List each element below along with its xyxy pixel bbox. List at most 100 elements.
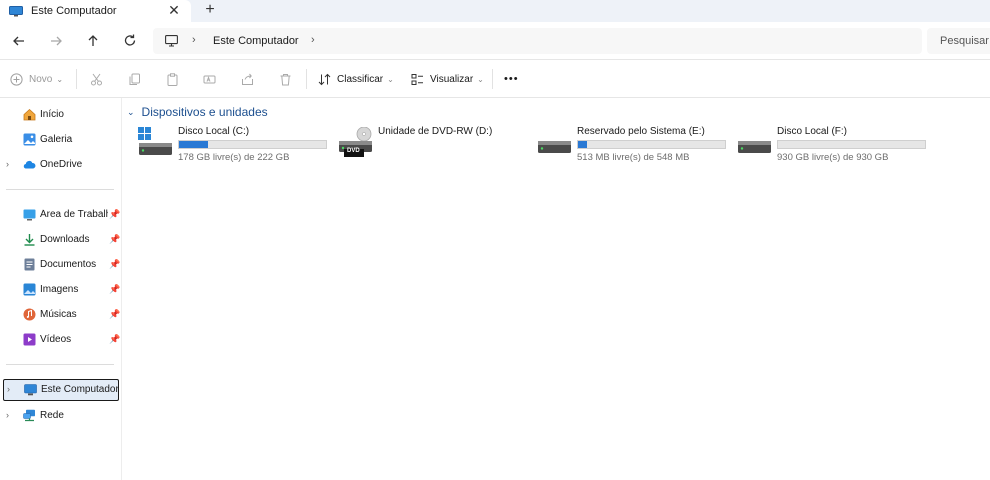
drive-c[interactable]: Disco Local (C:) 178 GB livre(s) de 222 … <box>138 125 333 165</box>
trash-icon <box>280 73 291 85</box>
divider <box>76 69 77 89</box>
new-tab-button[interactable]: + <box>202 1 218 19</box>
sidebar-item-pictures[interactable]: Imagens 📌 <box>0 279 120 301</box>
new-label: Novo <box>29 73 53 85</box>
drive-size-text: 513 MB livre(s) de 548 MB <box>577 152 690 163</box>
tab-bar: Este Computador ✕ + <box>0 0 990 22</box>
sidebar-item-downloads[interactable]: Downloads 📌 <box>0 229 120 251</box>
pictures-icon <box>23 283 36 296</box>
sidebar-item-label: Músicas <box>40 309 77 320</box>
sort-icon <box>318 73 331 85</box>
breadcrumb-chevron[interactable]: › <box>311 34 315 46</box>
copy-button[interactable] <box>128 70 141 88</box>
sidebar-item-desktop[interactable]: Área de Trabalho 📌 <box>0 204 120 226</box>
chevron-down-icon: ⌄ <box>387 74 394 84</box>
view-button[interactable]: Visualizar ⌄ <box>411 70 484 88</box>
new-button[interactable]: Novo ⌄ <box>10 70 63 88</box>
tab-this-pc[interactable]: Este Computador ✕ <box>0 0 191 22</box>
sidebar-item-label: OneDrive <box>40 159 83 170</box>
breadcrumb-separator[interactable]: › <box>192 34 196 46</box>
share-icon <box>242 73 253 85</box>
drive-usage-fill <box>179 141 209 148</box>
drive-d[interactable]: DVD Unidade de DVD-RW (D:) <box>338 125 533 165</box>
drive-usage-bar <box>577 140 726 149</box>
sidebar-item-home[interactable]: Início <box>0 104 120 126</box>
drive-f[interactable]: Disco Local (F:) 930 GB livre(s) de 930 … <box>737 125 932 165</box>
onedrive-icon <box>23 158 36 171</box>
close-tab-icon[interactable]: ✕ <box>167 3 181 17</box>
group-title: Dispositivos e unidades <box>141 105 268 119</box>
pin-icon[interactable]: 📌 <box>109 259 120 269</box>
hard-drive-icon <box>737 127 773 157</box>
breadcrumb-this-pc[interactable]: Este Computador <box>213 35 299 47</box>
copy-icon <box>129 73 140 85</box>
chevron-down-icon: ⌄ <box>56 74 64 84</box>
drive-name: Disco Local (C:) <box>178 126 250 137</box>
arrow-left-icon <box>13 36 24 46</box>
sidebar-item-music[interactable]: Músicas 📌 <box>0 304 120 326</box>
sidebar-item-label: Vídeos <box>40 334 72 345</box>
pin-icon[interactable]: 📌 <box>109 309 120 319</box>
group-header[interactable]: ⌄ Dispositivos e unidades <box>127 105 268 119</box>
sort-button[interactable]: Classificar ⌄ <box>318 70 394 88</box>
sidebar-item-label: Este Computador <box>41 384 119 395</box>
chevron-down-icon: ⌄ <box>477 74 484 84</box>
pin-icon[interactable]: 📌 <box>109 209 120 219</box>
sidebar-item-onedrive[interactable]: › OneDrive <box>0 154 120 176</box>
sidebar-item-videos[interactable]: Vídeos 📌 <box>0 329 120 351</box>
drive-e[interactable]: Reservado pelo Sistema (E:) 513 MB livre… <box>537 125 732 165</box>
tab-title: Este Computador <box>31 5 117 17</box>
chevron-right-icon[interactable]: › <box>7 384 10 394</box>
dvd-badge: DVD <box>347 148 360 154</box>
sidebar-item-network[interactable]: › Rede <box>0 405 120 427</box>
more-icon: ••• <box>504 73 519 85</box>
delete-button[interactable] <box>279 70 292 88</box>
view-icon <box>411 73 423 85</box>
address-row: › Este Computador › Pesquisar em <box>0 22 990 60</box>
dvd-drive-icon: DVD <box>338 126 374 157</box>
sidebar-divider <box>6 364 114 365</box>
pin-icon[interactable]: 📌 <box>109 284 120 294</box>
network-icon <box>23 409 36 422</box>
command-bar: Novo ⌄ Classificar ⌄ Visualizar ⌄ ••• <box>0 60 990 98</box>
drive-name: Disco Local (F:) <box>777 126 848 137</box>
gallery-icon <box>23 133 36 146</box>
downloads-icon <box>23 233 36 246</box>
more-options-button[interactable]: ••• <box>504 70 519 88</box>
this-pc-icon <box>24 383 37 396</box>
sidebar-divider <box>6 189 114 190</box>
home-icon <box>23 108 36 121</box>
sidebar-item-label: Área de Trabalho <box>40 209 108 220</box>
address-bar[interactable]: › Este Computador › <box>153 28 922 54</box>
desktop-icon <box>23 208 36 221</box>
refresh-button[interactable] <box>120 31 140 51</box>
system-drive-icon <box>138 127 174 157</box>
scissors-icon <box>91 73 102 85</box>
rename-button[interactable] <box>203 70 216 88</box>
drive-usage-bar <box>777 140 926 149</box>
chevron-right-icon[interactable]: › <box>6 159 9 169</box>
sidebar-item-this-pc[interactable]: › Este Computador <box>3 379 119 401</box>
videos-icon <box>23 333 36 346</box>
back-button[interactable] <box>9 31 29 51</box>
cut-button[interactable] <box>90 70 103 88</box>
drive-usage-bar <box>178 140 327 149</box>
sidebar-item-label: Imagens <box>40 284 79 295</box>
sidebar-item-documents[interactable]: Documentos 📌 <box>0 254 120 276</box>
chevron-down-icon: ⌄ <box>127 106 135 117</box>
sidebar-item-label: Galeria <box>40 134 73 145</box>
pin-icon[interactable]: 📌 <box>109 334 120 344</box>
up-button[interactable] <box>83 31 103 51</box>
divider <box>492 69 493 89</box>
forward-button[interactable] <box>46 31 66 51</box>
share-button[interactable] <box>241 70 254 88</box>
drive-name: Unidade de DVD-RW (D:) <box>378 126 493 137</box>
search-input[interactable]: Pesquisar em <box>927 28 990 54</box>
paste-button[interactable] <box>166 70 179 88</box>
pin-icon[interactable]: 📌 <box>109 234 120 244</box>
sort-label: Classificar <box>337 73 384 85</box>
chevron-right-icon[interactable]: › <box>6 410 9 420</box>
sidebar-item-label: Downloads <box>40 234 90 245</box>
sidebar-item-gallery[interactable]: Galeria <box>0 129 120 151</box>
monitor-icon <box>9 5 23 17</box>
